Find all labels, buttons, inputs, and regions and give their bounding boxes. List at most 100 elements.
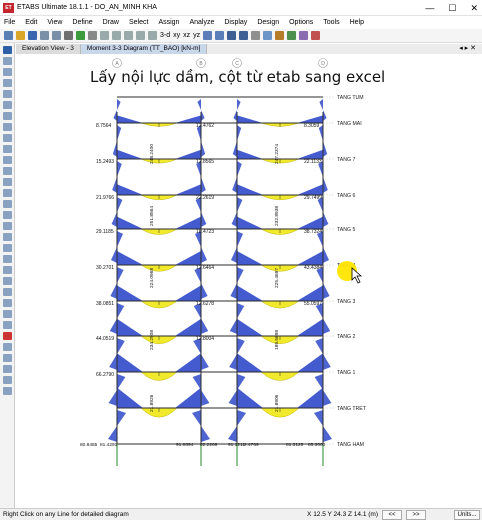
tab-controls[interactable]: ◂ ▸ ✕ — [459, 44, 476, 54]
left-moment-value: 29.1185 — [96, 229, 114, 235]
menu-define[interactable]: Define — [72, 19, 92, 26]
menu-tools[interactable]: Tools — [323, 19, 339, 26]
units-button[interactable]: Units... — [454, 510, 480, 520]
snap-lines-icon[interactable] — [3, 354, 12, 362]
menu-select[interactable]: Select — [129, 19, 148, 26]
draw-opening-icon[interactable] — [3, 134, 12, 142]
redo-icon[interactable] — [52, 31, 61, 40]
lock-icon[interactable] — [64, 31, 73, 40]
etabs-app-icon: ET — [3, 2, 14, 13]
zoom-out-icon[interactable] — [124, 31, 133, 40]
bottom-moment-value: 82.2269 — [200, 442, 218, 448]
left-moment-value: 30.2701 — [96, 265, 114, 271]
snap-fine-grid-icon[interactable] — [3, 365, 12, 373]
menu-assign[interactable]: Assign — [158, 19, 179, 26]
middle-moment-value: 12.6464 — [196, 265, 214, 271]
minimize-button[interactable]: — — [425, 3, 434, 13]
pointer-icon[interactable] — [3, 46, 12, 54]
menu-help[interactable]: Help — [350, 19, 364, 26]
run-analysis-icon[interactable] — [76, 31, 85, 40]
view-3d-button[interactable]: 3-d — [160, 32, 170, 39]
snap-midpoint-icon[interactable] — [3, 321, 12, 329]
view-plan-button[interactable]: xy — [173, 32, 180, 39]
snap-intersection-icon[interactable] — [3, 332, 12, 340]
display-tables-icon[interactable] — [299, 31, 309, 40]
pan-icon[interactable] — [88, 31, 97, 40]
draw-null-icon[interactable] — [3, 233, 12, 241]
menu-draw[interactable]: Draw — [103, 19, 119, 26]
snap-perpendicular-icon[interactable] — [3, 343, 12, 351]
up-arrow-icon[interactable] — [227, 31, 237, 40]
column-moment-value: 232.8938 — [274, 206, 280, 226]
beam-moment-negative-right — [175, 251, 201, 265]
draw-link-icon[interactable] — [3, 145, 12, 153]
show-deformed-icon[interactable] — [275, 31, 285, 40]
object-shrink-icon[interactable] — [251, 31, 261, 40]
menu-file[interactable]: File — [4, 19, 15, 26]
zoom-previous-icon[interactable] — [148, 31, 157, 40]
middle-moment-value: 12.8565 — [196, 159, 214, 165]
draw-column-icon[interactable] — [3, 90, 12, 98]
beam-moment-negative-left — [117, 115, 143, 123]
previous-button[interactable]: << — [382, 510, 402, 520]
new-model-icon[interactable] — [4, 31, 13, 40]
zoom-window-icon[interactable] — [100, 31, 109, 40]
save-icon[interactable] — [28, 31, 37, 40]
next-button[interactable]: >> — [406, 510, 426, 520]
menu-edit[interactable]: Edit — [25, 19, 37, 26]
view-tab-bar: Elevation View - 3 Moment 3-3 Diagram (T… — [16, 44, 482, 54]
draw-wall-icon[interactable] — [3, 112, 12, 120]
draw-dimension-icon[interactable] — [3, 167, 12, 175]
reshape-icon[interactable] — [3, 57, 12, 65]
draw-grid-icon[interactable] — [3, 189, 12, 197]
view-elevation-button[interactable]: xz — [183, 32, 190, 39]
draw-section-cut-icon[interactable] — [3, 156, 12, 164]
beam-moment-negative-left — [237, 216, 263, 229]
right-moment-value: 43.4384 — [304, 265, 322, 271]
draw-stair-icon[interactable] — [3, 299, 12, 307]
toolbar: 3-d xy xz yz — [0, 29, 482, 43]
perspective-icon[interactable] — [215, 31, 225, 40]
snap-ends-icon[interactable] — [3, 310, 12, 318]
rotate-icon[interactable] — [203, 31, 213, 40]
menu-design[interactable]: Design — [257, 19, 279, 26]
open-icon[interactable] — [16, 31, 25, 40]
menu-display[interactable]: Display — [224, 19, 247, 26]
zoom-fit-icon[interactable] — [136, 31, 145, 40]
set-display-icon[interactable] — [263, 31, 273, 40]
view-yz-button[interactable]: yz — [193, 32, 200, 39]
draw-joint-icon[interactable] — [3, 68, 12, 76]
zoom-in-icon[interactable] — [112, 31, 121, 40]
draw-area-load-icon[interactable] — [3, 244, 12, 252]
draw-slab-icon[interactable] — [3, 277, 12, 285]
draw-tendon-icon[interactable] — [3, 200, 12, 208]
draw-beam-region-icon[interactable] — [3, 266, 12, 274]
snap-extension-icon[interactable] — [3, 376, 12, 384]
close-button[interactable]: ✕ — [470, 3, 478, 14]
bottom-moment-value: 2.4769 — [244, 442, 259, 448]
draw-beam-icon[interactable] — [3, 79, 12, 87]
model-canvas[interactable]: A B C D TANG TUM TANG MAI TANG 7 TANG 6 TANG 5 TA… — [16, 54, 482, 508]
draw-brace-icon[interactable] — [3, 101, 12, 109]
snap-parallel-icon[interactable] — [3, 387, 12, 395]
beam-moment-negative-right — [175, 115, 201, 123]
draw-floor-icon[interactable] — [3, 123, 12, 131]
tab-moment-diagram[interactable]: Moment 3-3 Diagram (TT_BAO) [kN-m] — [80, 44, 208, 54]
undo-icon[interactable] — [40, 31, 49, 40]
grid-label-c: C — [235, 61, 239, 67]
draw-design-strip-icon[interactable] — [3, 222, 12, 230]
menu-options[interactable]: Options — [289, 19, 313, 26]
design-icon[interactable] — [311, 31, 321, 40]
draw-ramp-icon[interactable] — [3, 288, 12, 296]
draw-rebar-icon[interactable] — [3, 211, 12, 219]
moment-diagram[interactable]: A B C D TANG TUM TANG MAI TANG 7 TANG 6 TANG 5 TA… — [16, 54, 482, 508]
beam-moment-negative-left — [117, 387, 143, 408]
tab-elevation-view[interactable]: Elevation View - 3 — [16, 44, 81, 54]
menu-view[interactable]: View — [47, 19, 62, 26]
show-forces-icon[interactable] — [287, 31, 297, 40]
down-arrow-icon[interactable] — [239, 31, 249, 40]
draw-reference-point-icon[interactable] — [3, 178, 12, 186]
menu-analyze[interactable]: Analyze — [189, 19, 214, 26]
maximize-button[interactable]: ☐ — [448, 3, 456, 14]
draw-wall-stack-icon[interactable] — [3, 255, 12, 263]
